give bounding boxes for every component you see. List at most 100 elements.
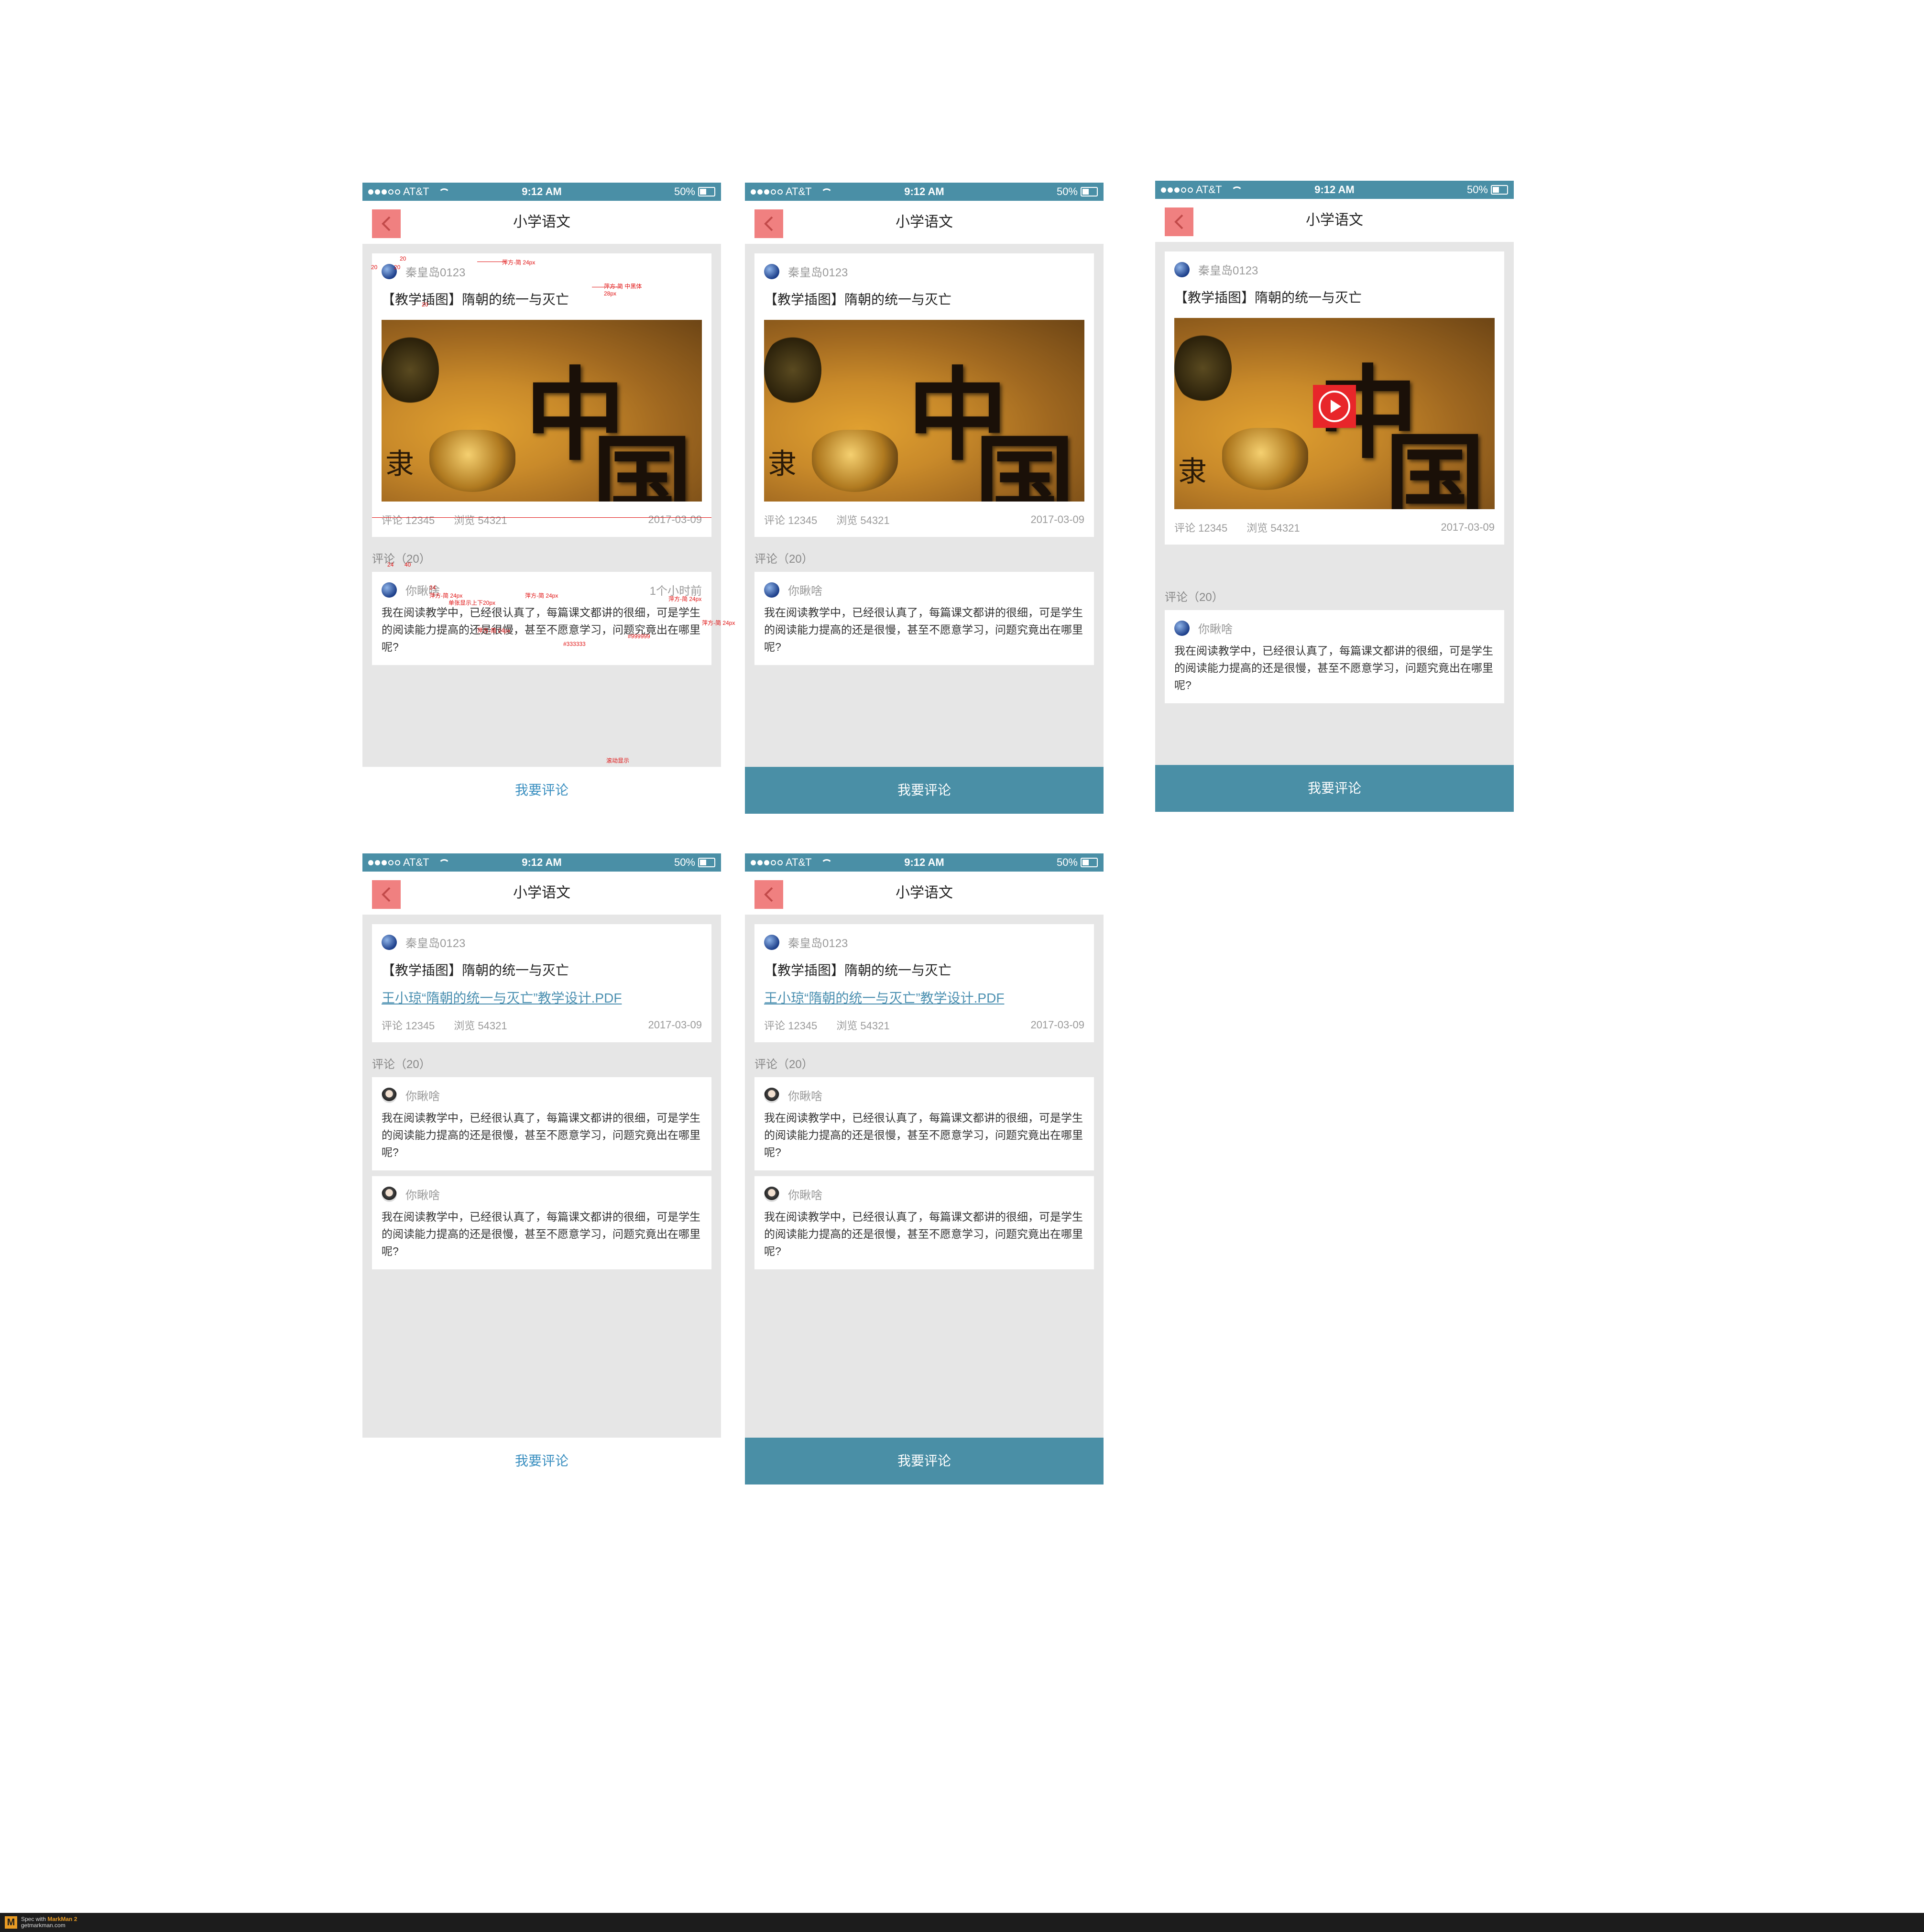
comment-button[interactable]: 我要评论 [745,1438,1104,1484]
avatar[interactable] [382,1087,397,1103]
comment-author: 你瞅啥 [405,1189,440,1202]
comments-header: 评论（20） [1165,591,1224,604]
post-card[interactable]: 秦皇岛0123 【教学插图】隋朝的统一与灭亡 中 国 隶 评论 12345 浏览 … [754,253,1094,537]
comment-count: 评论 12345 [382,1020,435,1032]
cover-glyph: 国 [974,423,1075,502]
back-button[interactable] [1165,207,1193,236]
avatar[interactable] [764,582,779,598]
status-time: 9:12 AM [904,186,944,197]
spec-annotation: 萍方-简 中黑体 28px [604,283,642,297]
cover-glyph: 国 [1385,421,1486,509]
pdf-attachment-link[interactable]: 王小琼“隋朝的统一与灭亡”教学设计.PDF [382,988,702,1007]
cover-glyph: 隶 [768,448,797,481]
screen-image-annotated: AT&T 9:12 AM 50% 小学语文 秦皇岛0123 【教学插图】隋朝的统… [362,183,735,814]
post-title: 【教学插图】隋朝的统一与灭亡 [382,292,569,307]
spec-annotation: 滚动显示 [606,757,630,764]
comment-button[interactable]: 我要评论 [362,1438,721,1484]
comment-button[interactable]: 我要评论 [745,767,1104,814]
spec-annotation: 单张显示上下20px [448,600,496,606]
post-card[interactable]: 秦皇岛0123 【教学插图】隋朝的统一与灭亡 中 国 隶 评论 12345 浏览 … [372,253,711,537]
comment-item[interactable]: 你瞅啥 我在阅读教学中，已经很认真了，每篇课文都讲的很细，可是学生的阅读能力提高… [1165,610,1504,703]
avatar[interactable] [764,934,779,950]
avatar[interactable] [764,1087,779,1103]
cover-glyph: 国 [592,423,693,502]
post-title: 【教学插图】隋朝的统一与灭亡 [764,963,952,978]
cover-image[interactable]: 中 国 隶 [764,320,1084,502]
comment-author: 你瞅啥 [1198,623,1233,636]
post-date: 2017-03-09 [648,1019,702,1031]
comment-item[interactable]: 你瞅啥 我在阅读教学中，已经很认真了，每篇课文都讲的很细，可是学生的阅读能力提高… [754,1077,1094,1170]
battery-label: 50% [674,186,695,197]
spec-annotation: 24 [387,561,394,568]
comment-item[interactable]: 你瞅啥 我在阅读教学中，已经很认真了，每篇课文都讲的很细，可是学生的阅读能力提高… [754,1176,1094,1269]
comment-item[interactable]: 你瞅啥 我在阅读教学中，已经很认真了，每篇课文都讲的很细，可是学生的阅读能力提高… [754,572,1094,665]
cover-image[interactable]: 中 国 隶 [382,320,702,502]
pdf-attachment-link[interactable]: 王小琼“隋朝的统一与灭亡”教学设计.PDF [764,988,1084,1007]
comment-text: 我在阅读教学中，已经很认真了，每篇课文都讲的很细，可是学生的阅读能力提高的还是很… [764,606,1083,653]
status-bar: AT&T 9:12 AM 50% [362,853,721,872]
comment-text: 我在阅读教学中，已经很认真了，每篇课文都讲的很细，可是学生的阅读能力提高的还是很… [1174,644,1493,691]
screen-pdf-filled: AT&T 9:12 AM 50% 小学语文 秦皇岛0123 【教学插图】隋朝的统… [745,853,1104,1484]
comment-count: 评论 12345 [1174,522,1228,534]
post-title: 【教学插图】隋朝的统一与灭亡 [764,292,952,307]
battery-icon [698,187,715,196]
avatar[interactable] [764,1186,779,1202]
comment-count: 评论 12345 [382,514,435,526]
comment-button[interactable]: 我要评论 [362,767,721,814]
video-cover[interactable]: 中 国 隶 [1174,318,1495,509]
content-area[interactable]: 秦皇岛0123 【教学插图】隋朝的统一与灭亡 王小琼“隋朝的统一与灭亡”教学设计… [362,915,721,1438]
spec-annotation: 萍方-简 24px [525,592,558,599]
post-card[interactable]: 秦皇岛0123 【教学插图】隋朝的统一与灭亡 王小琼“隋朝的统一与灭亡”教学设计… [754,924,1094,1042]
status-bar: AT&T 9:12 AM 50% [745,183,1104,201]
comment-author: 你瞅啥 [405,1090,440,1103]
play-button[interactable] [1313,385,1356,428]
post-meta: 评论 12345 浏览 54321 2017-03-09 [764,512,1084,527]
comment-count: 评论 12345 [764,1020,818,1032]
post-author: 秦皇岛0123 [405,937,466,950]
post-date: 2017-03-09 [1441,521,1495,533]
post-date: 2017-03-09 [648,513,702,525]
comment-item[interactable]: 你瞅啥 1个小时前 我在阅读教学中，已经很认真了，每篇课文都讲的很细，可是学生的阅… [372,572,711,665]
back-button[interactable] [372,880,401,909]
view-count: 浏览 54321 [836,1020,890,1032]
battery-icon [1081,858,1098,867]
post-card[interactable]: 秦皇岛0123 【教学插图】隋朝的统一与灭亡 王小琼“隋朝的统一与灭亡”教学设计… [372,924,711,1042]
post-card[interactable]: 秦皇岛0123 【教学插图】隋朝的统一与灭亡 中 国 隶 评论 12345 浏览 … [1165,251,1504,545]
content-area[interactable]: 秦皇岛0123 【教学插图】隋朝的统一与灭亡 中 国 隶 评论 12345 浏览 … [362,244,721,767]
back-button[interactable] [754,209,783,238]
post-meta: 评论 12345 浏览 54321 2017-03-09 [382,512,702,527]
content-area[interactable]: 秦皇岛0123 【教学插图】隋朝的统一与灭亡 中 国 隶 评论 12345 浏览 … [745,244,1104,767]
avatar[interactable] [382,1186,397,1202]
back-button[interactable] [372,209,401,238]
spec-annotation: 40 [404,561,411,568]
nav-bar: 小学语文 [362,872,721,915]
nav-bar: 小学语文 [745,872,1104,915]
chevron-left-icon [382,887,391,902]
avatar[interactable] [382,582,397,598]
battery-icon [698,858,715,867]
play-icon [1319,391,1350,422]
comment-text: 我在阅读教学中，已经很认真了，每篇课文都讲的很细，可是学生的阅读能力提高的还是很… [764,1211,1083,1257]
comment-item[interactable]: 你瞅啥 我在阅读教学中，已经很认真了，每篇课文都讲的很细，可是学生的阅读能力提高… [372,1077,711,1170]
comment-item[interactable]: 你瞅啥 我在阅读教学中，已经很认真了，每篇课文都讲的很细，可是学生的阅读能力提高… [372,1176,711,1269]
page-title: 小学语文 [513,214,570,230]
avatar[interactable] [1174,620,1190,636]
spec-annotation: 萍方-简 24px [477,627,511,634]
status-time: 9:12 AM [522,186,562,197]
comment-button[interactable]: 我要评论 [1155,765,1514,812]
content-area[interactable]: 秦皇岛0123 【教学插图】隋朝的统一与灭亡 王小琼“隋朝的统一与灭亡”教学设计… [745,915,1104,1438]
avatar[interactable] [1174,262,1190,277]
content-area[interactable]: 秦皇岛0123 【教学插图】隋朝的统一与灭亡 中 国 隶 评论 12345 浏览 … [1155,242,1514,765]
avatar[interactable] [382,934,397,950]
post-author: 秦皇岛0123 [788,266,848,279]
back-button[interactable] [754,880,783,909]
chevron-left-icon [764,216,773,231]
screen-pdf: AT&T 9:12 AM 50% 小学语文 秦皇岛0123 【教学插图】隋朝的统… [362,853,721,1484]
screen-image: AT&T 9:12 AM 50% 小学语文 秦皇岛0123 【教学插图】隋朝的统… [745,183,1104,814]
status-time: 9:12 AM [1314,184,1355,196]
chevron-left-icon [382,216,391,231]
view-count: 浏览 54321 [454,1020,507,1032]
post-title: 【教学插图】隋朝的统一与灭亡 [1174,290,1362,305]
post-meta: 评论 12345 浏览 54321 2017-03-09 [382,1017,702,1033]
avatar[interactable] [764,263,779,279]
